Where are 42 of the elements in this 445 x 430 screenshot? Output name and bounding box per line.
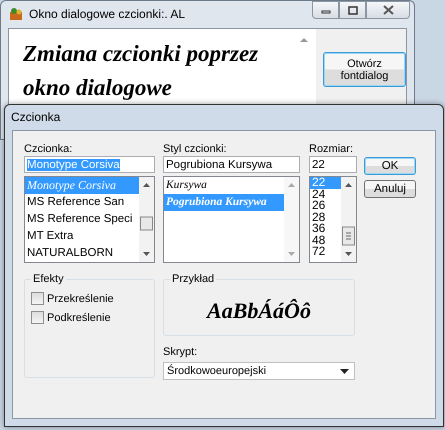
checkbox[interactable]: [31, 292, 44, 305]
checkbox-label: Podkreślenie: [47, 312, 111, 324]
size-input[interactable]: 22: [309, 156, 357, 173]
sample-title: Przykład: [170, 273, 216, 286]
font-list-item[interactable]: MT Extra: [25, 228, 139, 245]
effects-title: Efekty: [31, 273, 66, 286]
checkbox-label: Przekreślenie: [47, 292, 114, 304]
script-label: Skrypt:: [163, 346, 198, 359]
style-list-item[interactable]: Kursywa: [164, 177, 284, 194]
maximize-button[interactable]: [339, 1, 366, 19]
font-list-item[interactable]: NATURALBORN: [25, 245, 139, 262]
sample-text: AaBbÁáÔô: [207, 298, 311, 324]
font-list-item[interactable]: MS Reference Speci: [25, 211, 139, 228]
minimize-button[interactable]: [312, 1, 339, 19]
dropdown-caret-icon: [340, 368, 349, 374]
window-title: Okno dialogowe czcionki:. AL: [29, 7, 186, 21]
close-button[interactable]: [366, 1, 410, 19]
checkbox[interactable]: [31, 311, 44, 324]
dialog-title: Czcionka: [11, 110, 60, 124]
dialog-button[interactable]: OK: [364, 157, 416, 175]
maximize-icon: [348, 6, 358, 14]
text-area-content: Zmiana czcionki poprzez okno dialogowe: [23, 40, 260, 102]
size-list-item[interactable]: 72: [310, 246, 341, 258]
size-list[interactable]: 22 24 26 28 36 48 72: [309, 176, 357, 263]
font-list[interactable]: Monotype Corsiva MS Reference San MS Reference Speci MT Extra NATURALBORN: [24, 176, 155, 263]
scroll-up-icon: [299, 37, 309, 43]
scrollbar[interactable]: [139, 177, 154, 262]
scrollbar[interactable]: [284, 177, 299, 262]
size-list-item[interactable]: 28: [310, 212, 341, 223]
size-list-item[interactable]: 24: [310, 188, 341, 200]
font-list-item[interactable]: MS Reference San: [25, 194, 139, 211]
open-font-dialog-button[interactable]: Otwórz fontdialog: [323, 52, 406, 87]
dialog-button[interactable]: Anuluj: [364, 180, 416, 198]
style-list[interactable]: Kursywa Pogrubiona Kursywa: [163, 176, 300, 263]
close-icon: [382, 5, 394, 15]
scrollbar[interactable]: [341, 177, 356, 262]
size-list-item[interactable]: 36: [310, 223, 341, 234]
style-input[interactable]: Pogrubiona Kursywa: [163, 156, 300, 173]
size-list-item[interactable]: 48: [310, 234, 341, 246]
app-icon: [9, 7, 23, 21]
size-list-item[interactable]: 26: [310, 200, 341, 212]
script-dropdown[interactable]: Środkowoeuropejski: [163, 362, 355, 380]
